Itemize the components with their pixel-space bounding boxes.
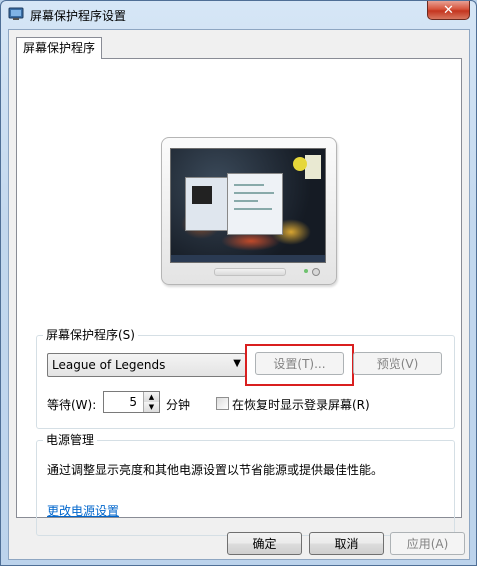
preview-window-thumbnail — [227, 173, 283, 235]
tab-label: 屏幕保护程序 — [23, 41, 96, 55]
power-group-label: 电源管理 — [43, 433, 98, 447]
cancel-button-label: 取消 — [334, 537, 359, 551]
settings-button[interactable]: 设置(T)... — [255, 352, 344, 375]
wait-unit-label: 分钟 — [166, 398, 191, 412]
preview-taskbar — [171, 255, 325, 262]
title-bar[interactable]: 屏幕保护程序设置 ✕ — [1, 1, 476, 29]
preview-note-gadget — [305, 155, 321, 179]
preview-screen — [170, 148, 326, 263]
spin-down-icon[interactable]: ▼ — [143, 402, 159, 412]
wait-minutes-value: 5 — [129, 395, 137, 409]
ok-button-label: 确定 — [252, 537, 277, 551]
wait-label: 等待(W): — [47, 398, 97, 412]
power-management-group: 电源管理 通过调整显示亮度和其他电源设置以节省能源或提供最佳性能。 更改电源设置 — [36, 433, 455, 536]
screensaver-group: 屏幕保护程序(S) League of Legends ▼ 设置(T)... 预… — [36, 328, 455, 429]
screensaver-settings-window: 屏幕保护程序设置 ✕ 屏幕保护程序 屏幕保护程序(S) League of Le… — [0, 0, 477, 566]
screensaver-app-icon — [8, 7, 24, 20]
preview-window-thumbnail — [185, 177, 229, 231]
screensaver-select[interactable]: League of Legends ▼ — [47, 353, 246, 377]
dialog-client-area: 屏幕保护程序 屏幕保护程序(S) League of Legends ▼ 设置(… — [8, 29, 470, 560]
monitor-power-button-icon — [312, 268, 320, 276]
tab-panel: 屏幕保护程序(S) League of Legends ▼ 设置(T)... 预… — [16, 58, 462, 536]
close-icon: ✕ — [443, 2, 454, 18]
screensaver-select-value: League of Legends — [52, 358, 166, 372]
monitor-power-led-icon — [304, 269, 308, 273]
monitor-preview — [161, 137, 337, 285]
chevron-down-icon: ▼ — [233, 358, 241, 369]
cancel-button[interactable]: 取消 — [309, 532, 384, 555]
close-button[interactable]: ✕ — [427, 1, 470, 20]
power-description: 通过调整显示亮度和其他电源设置以节省能源或提供最佳性能。 — [47, 463, 384, 477]
change-power-settings-link[interactable]: 更改电源设置 — [47, 502, 119, 519]
apply-button-label: 应用(A) — [406, 537, 449, 551]
window-title: 屏幕保护程序设置 — [30, 9, 127, 23]
preview-button[interactable]: 预览(V) — [353, 352, 442, 375]
tab-screensaver[interactable]: 屏幕保护程序 — [16, 37, 103, 59]
resume-logon-checkbox[interactable] — [216, 397, 229, 410]
preview-smiley-icon — [293, 157, 307, 171]
screensaver-group-label: 屏幕保护程序(S) — [43, 328, 138, 342]
settings-button-label: 设置(T)... — [273, 357, 326, 371]
monitor-stand-slot — [214, 268, 286, 276]
preview-button-label: 预览(V) — [376, 357, 419, 371]
apply-button[interactable]: 应用(A) — [390, 532, 465, 555]
ok-button[interactable]: 确定 — [227, 532, 302, 555]
resume-logon-label[interactable]: 在恢复时显示登录屏幕(R) — [232, 396, 370, 413]
wait-minutes-spinner[interactable]: 5 ▲ ▼ — [103, 391, 160, 413]
